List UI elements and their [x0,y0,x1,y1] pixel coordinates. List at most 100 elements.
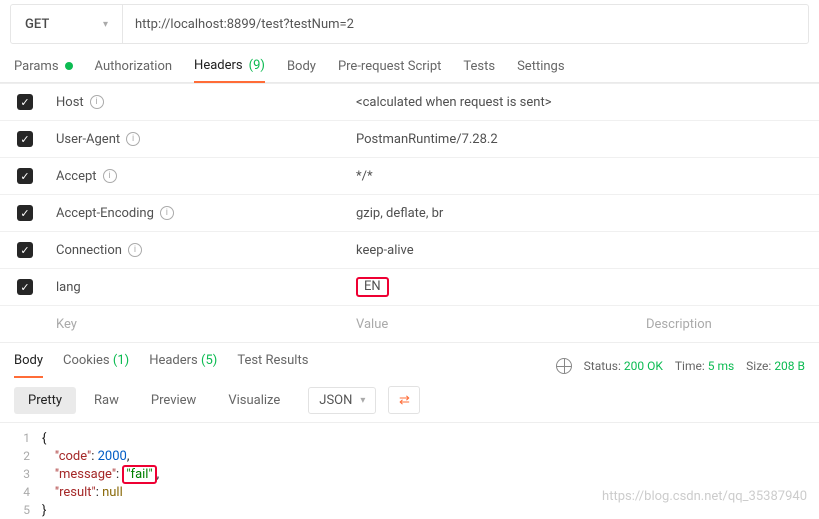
code-text: } [42,503,46,518]
tab-headers-label: Headers [194,58,243,73]
header-value[interactable]: keep-alive [350,243,640,258]
chevron-down-icon: ▾ [103,19,108,30]
table-row[interactable]: ✓ lang EN [0,269,819,306]
cookies-label: Cookies [63,353,110,368]
table-row[interactable]: ✓ Accept-Encoding i gzip, deflate, br [0,195,819,232]
view-visualize[interactable]: Visualize [214,387,294,414]
checkbox-checked-icon[interactable]: ✓ [17,131,33,147]
rheaders-label: Headers [149,353,198,368]
code-text: { [42,431,46,446]
line-number: 3 [0,467,42,481]
header-key[interactable]: Accepti [50,169,350,184]
header-value[interactable]: */* [350,169,640,184]
header-key[interactable]: User-Agent i [50,132,350,147]
new-desc-input[interactable]: Description [640,317,819,332]
checkbox-checked-icon[interactable]: ✓ [17,279,33,295]
code-text: "code": 2000, [42,449,129,464]
info-icon: i [160,206,174,220]
request-tabs: Params Authorization Headers (9) Body Pr… [0,44,819,83]
header-key[interactable]: Hosti [50,95,350,110]
header-value[interactable]: EN [350,277,640,297]
size-label: Size: 208 B [746,359,805,373]
response-tab-body[interactable]: Body [14,353,43,378]
info-icon: i [126,132,140,146]
chevron-down-icon: ▾ [360,395,365,406]
rheaders-count: (5) [201,353,217,368]
checkbox-checked-icon[interactable]: ✓ [17,205,33,221]
tab-prerequest[interactable]: Pre-request Script [338,59,441,82]
checkbox-checked-icon[interactable]: ✓ [17,242,33,258]
request-bar: GET ▾ http://localhost:8899/test?testNum… [10,4,809,44]
cookies-count: (1) [113,353,129,368]
http-method-select[interactable]: GET ▾ [11,5,123,43]
checkbox-checked-icon[interactable]: ✓ [17,168,33,184]
info-icon: i [90,95,104,109]
wrap-icon: ⇄ [399,393,410,408]
time-value: 5 ms [708,359,734,373]
tab-tests[interactable]: Tests [463,59,495,82]
response-tabs: Body Cookies (1) Headers (5) Test Result… [14,353,308,378]
tab-params[interactable]: Params [14,59,73,82]
response-stats: Status: 200 OK Time: 5 ms Size: 208 B [556,358,805,374]
code-val: 2000 [98,449,127,464]
line-number: 5 [0,503,42,517]
key-text: Accept [56,169,97,184]
new-key-input[interactable]: Key [50,317,350,332]
header-key[interactable]: lang [50,280,350,295]
key-text: Accept-Encoding [56,206,154,221]
status-l: Status: [584,359,621,373]
header-value[interactable]: PostmanRuntime/7.28.2 [350,132,640,147]
info-icon: i [103,169,117,183]
headers-table: ✓ Hosti <calculated when request is sent… [0,83,819,343]
table-row[interactable]: ✓ Hosti <calculated when request is sent… [0,84,819,121]
table-row-new[interactable]: Key Value Description [0,306,819,343]
tab-body[interactable]: Body [287,59,316,82]
method-label: GET [25,17,49,32]
tab-authorization[interactable]: Authorization [95,59,173,82]
url-input[interactable]: http://localhost:8899/test?testNum=2 [123,5,808,43]
status-label: Status: 200 OK [584,359,663,373]
key-text: lang [56,280,81,295]
response-tabs-bar: Body Cookies (1) Headers (5) Test Result… [0,342,819,378]
watermark-text: https://blog.csdn.net/qq_35387940 [602,489,807,504]
size-value: 208 B [774,359,805,373]
params-active-dot-icon [65,62,73,70]
checkbox-checked-icon[interactable]: ✓ [17,94,33,110]
headers-count: (9) [249,58,265,73]
line-number: 2 [0,449,42,463]
response-tab-headers[interactable]: Headers (5) [149,353,217,378]
key-text: Host [56,95,84,110]
line-number: 1 [0,431,42,445]
wrap-lines-button[interactable]: ⇄ [388,386,420,414]
header-key[interactable]: Connection i [50,243,350,258]
line-number: 4 [0,485,42,499]
table-row[interactable]: ✓ Connection i keep-alive [0,232,819,269]
highlighted-value: EN [356,277,389,297]
tab-settings[interactable]: Settings [517,59,564,82]
size-l: Size: [746,359,771,373]
view-raw[interactable]: Raw [80,387,133,414]
body-view-bar: Pretty Raw Preview Visualize JSON ▾ ⇄ [0,378,819,423]
key-text: Connection [56,243,122,258]
format-select[interactable]: JSON ▾ [308,387,376,414]
response-tab-cookies[interactable]: Cookies (1) [63,353,129,378]
view-preview[interactable]: Preview [137,387,210,414]
table-row[interactable]: ✓ Accepti */* [0,158,819,195]
header-value[interactable]: <calculated when request is sent> [350,95,640,110]
tab-params-label: Params [14,59,59,74]
new-value-input[interactable]: Value [350,317,640,332]
globe-icon[interactable] [556,358,572,374]
code-text: "message": "fail", [42,467,159,482]
view-pretty[interactable]: Pretty [14,387,76,414]
url-text: http://localhost:8899/test?testNum=2 [135,17,354,32]
header-key[interactable]: Accept-Encoding i [50,206,350,221]
code-text: "result": null [42,485,123,500]
response-body-code[interactable]: 1{ 2 "code": 2000, 3 "message": "fail", … [0,423,819,519]
info-icon: i [128,243,142,257]
key-text: User-Agent [56,132,120,147]
response-tab-testresults[interactable]: Test Results [237,353,308,378]
tab-headers[interactable]: Headers (9) [194,58,265,83]
format-label: JSON [319,393,352,408]
table-row[interactable]: ✓ User-Agent i PostmanRuntime/7.28.2 [0,121,819,158]
header-value[interactable]: gzip, deflate, br [350,206,640,221]
